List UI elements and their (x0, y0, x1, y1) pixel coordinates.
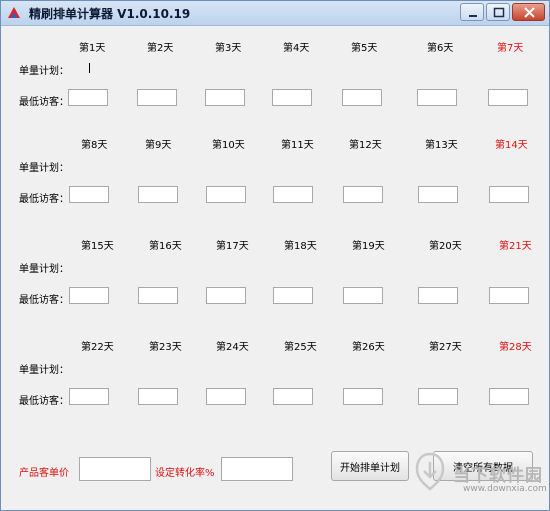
plan-label: 单量计划： (19, 365, 69, 376)
start-plan-button[interactable]: 开始排单计划 (331, 451, 409, 481)
title-bar[interactable]: 精刷排单计算器 V1.0.10.19 (1, 1, 549, 26)
plan-label: 单量计划： (19, 66, 69, 77)
watermark-url: www.downxia.com (463, 484, 547, 494)
min-visitors-input[interactable] (137, 89, 177, 106)
day-label: 第26天 (352, 342, 385, 353)
min-visitors-input[interactable] (138, 186, 178, 203)
min-visitors-input[interactable] (418, 186, 458, 203)
minimize-icon (469, 15, 477, 17)
minimize-button[interactable] (460, 3, 484, 21)
close-icon (524, 7, 535, 18)
min-visitors-label: 最低访客： (19, 295, 69, 306)
day-label: 第15天 (81, 241, 114, 252)
watermark-text: 当下软件园 (453, 466, 543, 486)
day-label-weekend: 第7天 (497, 43, 524, 54)
min-visitors-input[interactable] (69, 287, 109, 304)
unit-price-label: 产品客单价 (19, 468, 69, 479)
maximize-icon (493, 7, 505, 18)
min-visitors-input[interactable] (273, 388, 313, 405)
min-visitors-input[interactable] (418, 287, 458, 304)
min-visitors-input[interactable] (489, 186, 529, 203)
min-visitors-label: 最低访客： (19, 194, 69, 205)
day-label: 第19天 (352, 241, 385, 252)
day-label: 第27天 (429, 342, 462, 353)
app-logo-icon (8, 7, 20, 18)
day-label: 第3天 (215, 43, 242, 54)
min-visitors-input[interactable] (343, 287, 383, 304)
app-window: 精刷排单计算器 V1.0.10.19 第1天 第2天 第3天 第4天 第5天 第… (0, 0, 550, 511)
day-label: 第1天 (79, 43, 106, 54)
min-visitors-input[interactable] (69, 186, 109, 203)
day-label: 第4天 (283, 43, 310, 54)
min-visitors-label: 最低访客： (19, 97, 69, 108)
min-visitors-input[interactable] (205, 89, 245, 106)
day-label: 第23天 (149, 342, 182, 353)
day-label: 第11天 (281, 140, 314, 151)
maximize-button[interactable] (486, 3, 510, 21)
day-label: 第10天 (212, 140, 245, 151)
day-label: 第9天 (145, 140, 172, 151)
day-label: 第8天 (81, 140, 108, 151)
text-cursor (89, 63, 90, 73)
day-label: 第16天 (149, 241, 182, 252)
day-label: 第6天 (427, 43, 454, 54)
min-visitors-input[interactable] (343, 186, 383, 203)
min-visitors-input[interactable] (343, 388, 383, 405)
min-visitors-input[interactable] (418, 388, 458, 405)
min-visitors-input[interactable] (273, 186, 313, 203)
min-visitors-label: 最低访客： (19, 396, 69, 407)
unit-price-input[interactable] (79, 457, 151, 481)
min-visitors-input[interactable] (273, 287, 313, 304)
day-label: 第24天 (216, 342, 249, 353)
day-label-weekend: 第28天 (499, 342, 532, 353)
conversion-rate-label: 设定转化率% (155, 468, 215, 479)
day-label-weekend: 第21天 (499, 241, 532, 252)
day-label: 第5天 (351, 43, 378, 54)
min-visitors-input[interactable] (138, 388, 178, 405)
watermark: 当下软件园 www.downxia.com (413, 451, 547, 509)
min-visitors-input[interactable] (417, 89, 457, 106)
min-visitors-input[interactable] (138, 287, 178, 304)
day-label: 第25天 (284, 342, 317, 353)
conversion-rate-input[interactable] (221, 457, 293, 481)
min-visitors-input[interactable] (206, 186, 246, 203)
day-label: 第20天 (429, 241, 462, 252)
day-label-weekend: 第14天 (495, 140, 528, 151)
day-label: 第12天 (349, 140, 382, 151)
main-content: 第1天 第2天 第3天 第4天 第5天 第6天 第7天 单量计划： 最低访客： … (1, 26, 549, 510)
close-button[interactable] (512, 3, 545, 21)
min-visitors-input[interactable] (488, 89, 528, 106)
min-visitors-input[interactable] (206, 388, 246, 405)
min-visitors-input[interactable] (68, 89, 108, 106)
min-visitors-input[interactable] (206, 287, 246, 304)
day-label: 第18天 (284, 241, 317, 252)
min-visitors-input[interactable] (69, 388, 109, 405)
min-visitors-input[interactable] (489, 388, 529, 405)
window-title: 精刷排单计算器 V1.0.10.19 (29, 7, 191, 21)
day-label: 第2天 (147, 43, 174, 54)
plan-label: 单量计划： (19, 163, 69, 174)
min-visitors-input[interactable] (342, 89, 382, 106)
day-label: 第13天 (425, 140, 458, 151)
day-label: 第17天 (216, 241, 249, 252)
min-visitors-input[interactable] (272, 89, 312, 106)
download-logo-icon (415, 452, 445, 491)
day-label: 第22天 (81, 342, 114, 353)
min-visitors-input[interactable] (489, 287, 529, 304)
plan-label: 单量计划： (19, 264, 69, 275)
